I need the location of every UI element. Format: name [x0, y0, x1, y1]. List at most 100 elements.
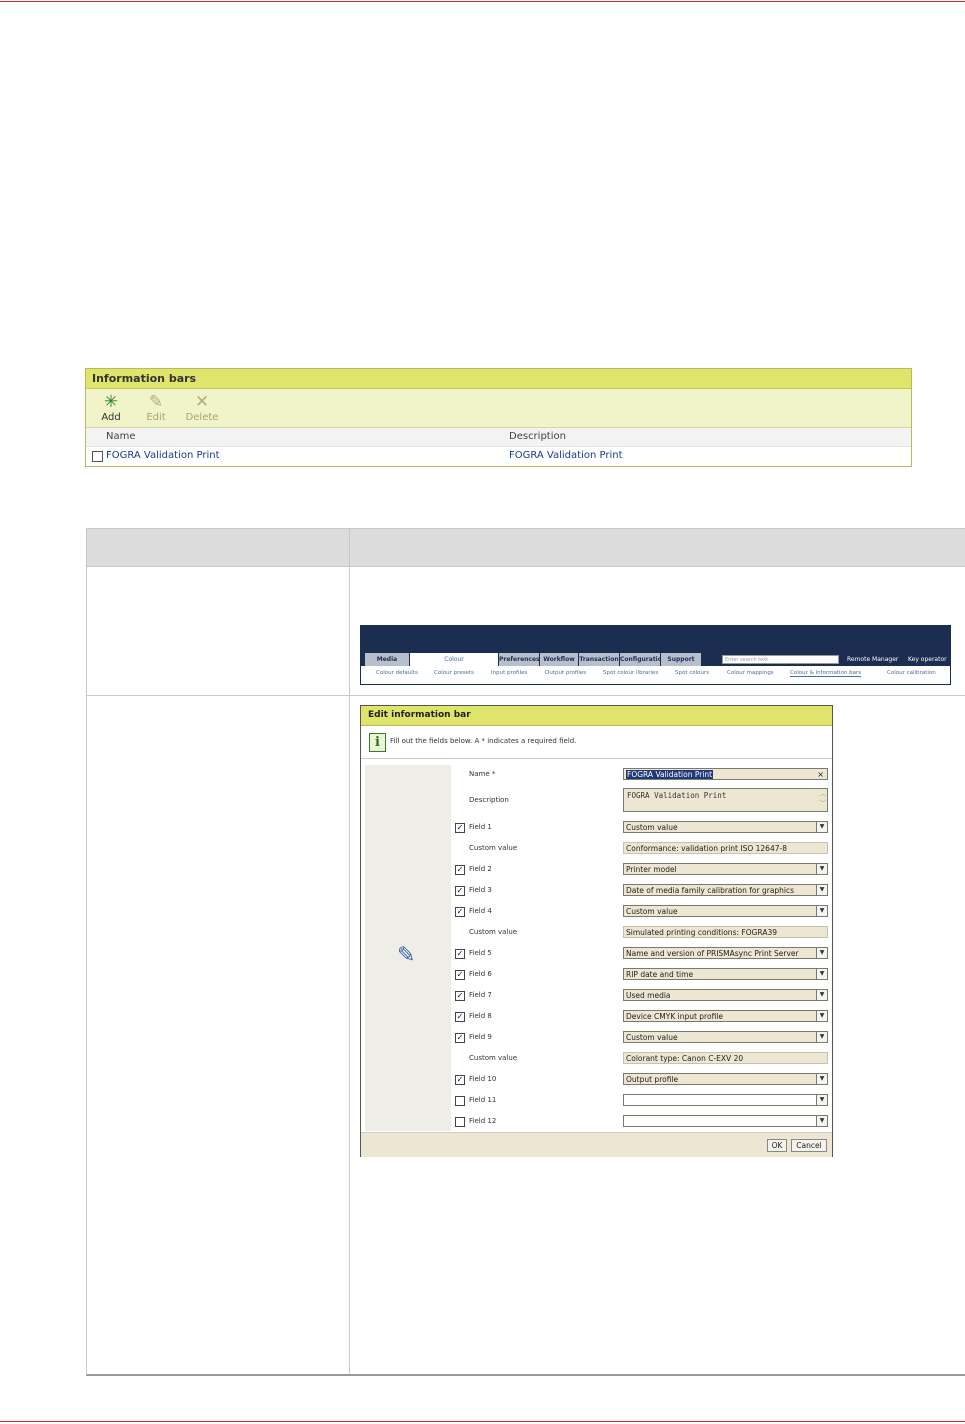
field-2-select[interactable]: Printer model ▼: [623, 863, 828, 875]
field-label: Field 1: [469, 823, 492, 831]
column-name[interactable]: Name: [106, 431, 136, 442]
field-1-select[interactable]: Custom value ▼: [623, 821, 828, 833]
field-5-checkbox[interactable]: ✓: [455, 949, 465, 959]
panel-title: Information bars: [86, 369, 911, 389]
chevron-down-icon[interactable]: ▼: [816, 1011, 827, 1021]
tab-transaction[interactable]: Transaction: [579, 653, 620, 666]
subtab-colour-calibration[interactable]: Colour calibration: [887, 670, 936, 676]
subtab-input-profiles[interactable]: Input profiles: [491, 670, 527, 676]
subtab-spot-colour-libraries[interactable]: Spot colour libraries: [603, 670, 658, 676]
subtab-colour-information-bars[interactable]: Colour & information bars: [790, 670, 862, 677]
name-row: Name * FOGRA Validation Print ×: [454, 767, 830, 784]
field-10-select[interactable]: Output profile ▼: [623, 1073, 828, 1085]
chevron-down-icon[interactable]: ▼: [816, 885, 827, 895]
row-name[interactable]: FOGRA Validation Print: [106, 450, 220, 461]
field-row: ✓ Field 5 Name and version of PRISMAsync…: [454, 946, 830, 963]
chevron-down-icon[interactable]: ▼: [816, 1116, 827, 1126]
tab-support[interactable]: Support: [661, 653, 702, 666]
field-1-checkbox[interactable]: ✓: [455, 823, 465, 833]
delete-icon: ✕: [194, 392, 210, 412]
field-4-checkbox[interactable]: ✓: [455, 907, 465, 917]
chevron-down-icon[interactable]: ▼: [816, 1095, 827, 1105]
subtab-colour-mappings[interactable]: Colour mappings: [727, 670, 774, 676]
field-12-select[interactable]: ▼: [623, 1115, 828, 1127]
field-label: Field 11: [469, 1096, 497, 1104]
chevron-down-icon[interactable]: ▼: [816, 1032, 827, 1042]
custom-value-row: Custom value Simulated printing conditio…: [454, 925, 830, 942]
cancel-button[interactable]: Cancel: [791, 1139, 827, 1152]
chevron-down-icon[interactable]: ▼: [816, 864, 827, 874]
search-input[interactable]: Enter search text: [722, 655, 839, 664]
scroll-arrows-icon[interactable]: ︿ ﹀: [820, 790, 826, 808]
subtab-bar: Colour defaults Colour presets Input pro…: [361, 668, 950, 682]
field-8-select[interactable]: Device CMYK input profile ▼: [623, 1010, 828, 1022]
ok-button[interactable]: OK: [767, 1139, 787, 1152]
field-9-select[interactable]: Custom value ▼: [623, 1031, 828, 1043]
dialog-title: Edit information bar: [361, 706, 832, 726]
field-3-checkbox[interactable]: ✓: [455, 886, 465, 896]
field-label: Field 2: [469, 865, 492, 873]
field-8-checkbox[interactable]: ✓: [455, 1012, 465, 1022]
field-4-select[interactable]: Custom value ▼: [623, 905, 828, 917]
name-field[interactable]: FOGRA Validation Print ×: [623, 768, 828, 780]
column-description[interactable]: Description: [509, 431, 566, 442]
row-checkbox[interactable]: [92, 451, 103, 462]
field-6-select[interactable]: RIP date and time ▼: [623, 968, 828, 980]
info-banner: i Fill out the fields below. A * indicat…: [361, 726, 832, 759]
tab-workflow[interactable]: Workflow: [540, 653, 579, 666]
custom-value-4-input[interactable]: Simulated printing conditions: FOGRA39: [623, 926, 828, 938]
row-divider: [87, 695, 965, 696]
dialog-body: ✎ Name * FOGRA Validation Print × Descrip…: [361, 759, 832, 1132]
field-10-checkbox[interactable]: ✓: [455, 1075, 465, 1085]
edit-button[interactable]: ✎ Edit: [136, 392, 176, 423]
add-button[interactable]: ✳ Add: [91, 392, 131, 423]
custom-value-9-input[interactable]: Colorant type: Canon C-EXV 20: [623, 1052, 828, 1064]
field-row: ✓ Field 3 Date of media family calibrati…: [454, 883, 830, 900]
chevron-down-icon[interactable]: ▼: [816, 822, 827, 832]
key-operator-link[interactable]: Key operator: [908, 655, 947, 664]
tab-preferences[interactable]: Preferences: [499, 653, 540, 666]
field-7-select[interactable]: Used media ▼: [623, 989, 828, 1001]
field-12-checkbox[interactable]: [455, 1117, 465, 1127]
field-6-checkbox[interactable]: ✓: [455, 970, 465, 980]
delete-button[interactable]: ✕ Delete: [182, 392, 222, 423]
field-7-checkbox[interactable]: ✓: [455, 991, 465, 1001]
field-row: ✓ Field 4 Custom value ▼: [454, 904, 830, 921]
subtab-spot-colours[interactable]: Spot colours: [675, 670, 709, 676]
field-11-checkbox[interactable]: [455, 1096, 465, 1106]
field-label: Field 7: [469, 991, 492, 999]
field-row: Field 11 ▼: [454, 1093, 830, 1110]
description-field[interactable]: FOGRA Validation Print ︿ ﹀: [623, 788, 828, 812]
tab-colour[interactable]: Colour: [410, 653, 499, 666]
tab-configuration[interactable]: Configuratio: [620, 653, 662, 666]
field-9-checkbox[interactable]: ✓: [455, 1033, 465, 1043]
chevron-down-icon[interactable]: ▼: [816, 906, 827, 916]
table-row[interactable]: FOGRA Validation Print FOGRA Validation …: [86, 447, 911, 466]
chevron-down-icon[interactable]: ▼: [816, 948, 827, 958]
remote-manager-link[interactable]: Remote Manager: [847, 655, 898, 664]
chevron-down-icon[interactable]: ▼: [816, 990, 827, 1000]
field-row: ✓ Field 9 Custom value ▼: [454, 1030, 830, 1047]
field-3-select[interactable]: Date of media family calibration for gra…: [623, 884, 828, 896]
tab-media[interactable]: Media: [365, 653, 410, 666]
field-5-select[interactable]: Name and version of PRISMAsync Print Ser…: [623, 947, 828, 959]
field-label: Field 3: [469, 886, 492, 894]
field-2-checkbox[interactable]: ✓: [455, 865, 465, 875]
information-bars-panel: Information bars ✳ Add ✎ Edit ✕ Delete N…: [85, 368, 912, 467]
field-row: ✓ Field 2 Printer model ▼: [454, 862, 830, 879]
custom-value-1-input[interactable]: Conformance: validation print ISO 12647-…: [623, 842, 828, 854]
subtab-colour-defaults[interactable]: Colour defaults: [376, 670, 418, 676]
edit-icon: ✎: [148, 392, 164, 412]
custom-value-label: Custom value: [469, 928, 518, 936]
clear-icon[interactable]: ×: [817, 769, 824, 779]
field-row: Field 12 ▼: [454, 1114, 830, 1131]
chevron-down-icon[interactable]: ▼: [816, 969, 827, 979]
field-11-select[interactable]: ▼: [623, 1094, 828, 1106]
field-label: Field 5: [469, 949, 492, 957]
chevron-down-icon[interactable]: ▼: [816, 1074, 827, 1084]
subtab-colour-presets[interactable]: Colour presets: [434, 670, 474, 676]
custom-value-label: Custom value: [469, 1054, 518, 1062]
subtab-output-profiles[interactable]: Output profiles: [545, 670, 586, 676]
field-row: ✓ Field 8 Device CMYK input profile ▼: [454, 1009, 830, 1026]
pencil-icon: ✎: [397, 943, 416, 968]
